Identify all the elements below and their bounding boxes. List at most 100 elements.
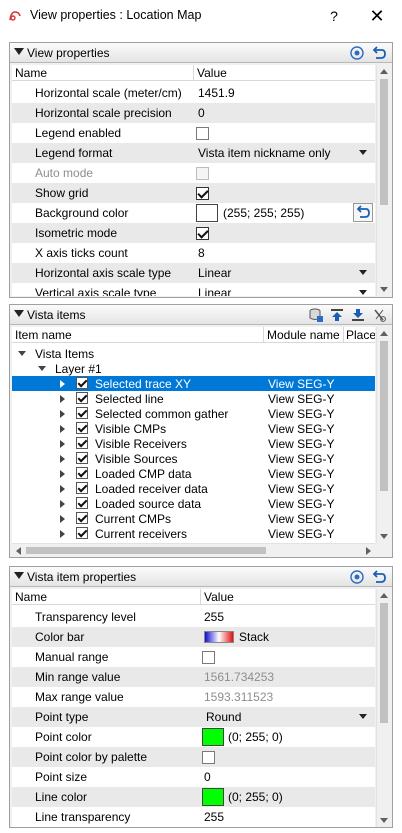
chevron-down-icon[interactable] xyxy=(359,270,367,275)
item-checkbox[interactable] xyxy=(76,407,88,419)
property-row-point-size[interactable]: Point size 0 xyxy=(12,767,375,787)
property-row-point-color[interactable]: Point color (0; 255; 0) xyxy=(12,727,375,747)
property-row-point-type[interactable]: Point type Round xyxy=(12,707,375,727)
tree-item[interactable]: Visible Sources View SEG-Y xyxy=(12,451,375,466)
scrollbar-thumb[interactable] xyxy=(380,79,388,205)
item-checkbox[interactable] xyxy=(76,392,88,404)
chevron-down-icon[interactable] xyxy=(359,290,367,295)
vista-item-properties-scrollbar[interactable] xyxy=(376,589,391,827)
tree-item[interactable]: Visible Receivers View SEG-Y xyxy=(12,436,375,451)
property-row-isometric-mode[interactable]: Isometric mode xyxy=(12,223,375,243)
tree-item[interactable]: Loaded CMP data View SEG-Y xyxy=(12,466,375,481)
property-row-horizontal-axis-scale-type[interactable]: Horizontal axis scale type Linear xyxy=(12,263,375,283)
reset-icon[interactable] xyxy=(371,45,387,61)
vertical-axis-scale-dropdown[interactable]: Linear xyxy=(198,286,231,296)
expand-icon[interactable] xyxy=(60,455,65,463)
vista-items-hscrollbar[interactable] xyxy=(12,543,375,557)
point-color-swatch[interactable] xyxy=(202,728,224,746)
column-module-name[interactable]: Module name xyxy=(267,328,340,342)
scroll-up-icon[interactable] xyxy=(380,331,388,336)
property-row-legend-format[interactable]: Legend format Vista item nickname only xyxy=(12,143,375,163)
scrollbar-thumb[interactable] xyxy=(380,603,388,723)
chevron-down-icon[interactable] xyxy=(359,714,367,719)
point-color-by-palette-checkbox[interactable] xyxy=(202,751,215,764)
property-row-legend-enabled[interactable]: Legend enabled xyxy=(12,123,375,143)
chevron-down-icon[interactable] xyxy=(359,150,367,155)
scroll-down-icon[interactable] xyxy=(380,287,388,292)
view-properties-scrollbar[interactable] xyxy=(376,65,391,296)
expand-icon[interactable] xyxy=(60,485,65,493)
legend-format-dropdown[interactable]: Vista item nickname only xyxy=(198,146,331,160)
tree-root-vista-items[interactable]: Vista Items xyxy=(12,346,375,361)
column-place[interactable]: Place xyxy=(346,328,375,342)
item-checkbox[interactable] xyxy=(76,422,88,434)
collapse-icon[interactable] xyxy=(14,310,24,317)
reset-icon[interactable] xyxy=(371,569,387,585)
expand-icon[interactable] xyxy=(18,351,26,356)
legend-enabled-checkbox[interactable] xyxy=(196,127,209,140)
item-checkbox[interactable] xyxy=(76,512,88,524)
item-checkbox[interactable] xyxy=(76,377,88,389)
property-row-color-bar[interactable]: Color bar Stack xyxy=(12,627,375,647)
expand-icon[interactable] xyxy=(38,366,46,371)
color-bar-preview[interactable] xyxy=(204,631,234,643)
close-button[interactable]: ✕ xyxy=(366,6,388,26)
item-checkbox[interactable] xyxy=(76,452,88,464)
show-grid-checkbox[interactable] xyxy=(196,187,209,200)
property-row-transparency-level[interactable]: Transparency level 255 xyxy=(12,607,375,627)
expand-icon[interactable] xyxy=(60,380,65,388)
property-row-line-transparency[interactable]: Line transparency 255 xyxy=(12,807,375,827)
remove-icon[interactable] xyxy=(371,307,387,323)
property-row-show-grid[interactable]: Show grid xyxy=(12,183,375,203)
reset-icon[interactable] xyxy=(353,203,373,222)
item-checkbox[interactable] xyxy=(76,497,88,509)
scroll-up-icon[interactable] xyxy=(380,593,388,598)
tree-item[interactable]: Selected common gather View SEG-Y xyxy=(12,406,375,421)
property-row-point-color-by-palette[interactable]: Point color by palette xyxy=(12,747,375,767)
property-row-x-axis-ticks[interactable]: X axis ticks count 8 xyxy=(12,243,375,263)
isometric-mode-checkbox[interactable] xyxy=(196,227,209,240)
move-down-icon[interactable] xyxy=(350,307,366,323)
item-checkbox[interactable] xyxy=(76,437,88,449)
scrollbar-thumb[interactable] xyxy=(380,341,388,491)
collapse-icon[interactable] xyxy=(14,572,24,579)
scroll-down-icon[interactable] xyxy=(380,534,388,539)
property-row-horizontal-scale-precision[interactable]: Horizontal scale precision 0 xyxy=(12,103,375,123)
expand-icon[interactable] xyxy=(60,410,65,418)
vista-items-scrollbar[interactable] xyxy=(376,327,391,543)
manual-range-checkbox[interactable] xyxy=(202,651,215,664)
expand-icon[interactable] xyxy=(60,395,65,403)
item-checkbox[interactable] xyxy=(76,482,88,494)
expand-icon[interactable] xyxy=(60,500,65,508)
tree-item[interactable]: Current CMPs View SEG-Y xyxy=(12,511,375,526)
tree-item[interactable]: Loaded receiver data View SEG-Y xyxy=(12,481,375,496)
vista-items-header[interactable]: Vista items xyxy=(10,305,392,325)
tree-item[interactable]: Selected trace XY View SEG-Y xyxy=(12,376,375,391)
column-item-name[interactable]: Item name xyxy=(15,328,72,342)
tree-item[interactable]: Current receivers View SEG-Y xyxy=(12,526,375,541)
vista-item-properties-header[interactable]: Vista item properties xyxy=(10,567,392,587)
move-up-icon[interactable] xyxy=(329,307,345,323)
item-checkbox[interactable] xyxy=(76,527,88,539)
property-row-manual-range[interactable]: Manual range xyxy=(12,647,375,667)
item-checkbox[interactable] xyxy=(76,467,88,479)
database-icon[interactable] xyxy=(308,307,324,323)
scrollbar-thumb[interactable] xyxy=(26,547,266,554)
view-properties-header[interactable]: View properties xyxy=(10,43,392,63)
line-color-swatch[interactable] xyxy=(202,788,224,806)
scroll-right-icon[interactable] xyxy=(366,547,371,555)
expand-icon[interactable] xyxy=(60,515,65,523)
point-type-dropdown[interactable]: Round xyxy=(206,710,241,724)
background-color-swatch[interactable] xyxy=(196,204,218,222)
expand-icon[interactable] xyxy=(60,470,65,478)
target-icon[interactable] xyxy=(349,45,365,61)
expand-icon[interactable] xyxy=(60,440,65,448)
scroll-left-icon[interactable] xyxy=(16,547,21,555)
expand-icon[interactable] xyxy=(60,530,65,538)
tree-layer-1[interactable]: Layer #1 xyxy=(12,361,375,376)
help-button[interactable]: ? xyxy=(324,6,344,26)
property-row-horizontal-scale[interactable]: Horizontal scale (meter/cm) 1451.9 xyxy=(12,83,375,103)
property-row-vertical-axis-scale-type[interactable]: Vertical axis scale type Linear xyxy=(12,283,375,296)
collapse-icon[interactable] xyxy=(14,48,24,55)
tree-item[interactable]: Loaded source data View SEG-Y xyxy=(12,496,375,511)
